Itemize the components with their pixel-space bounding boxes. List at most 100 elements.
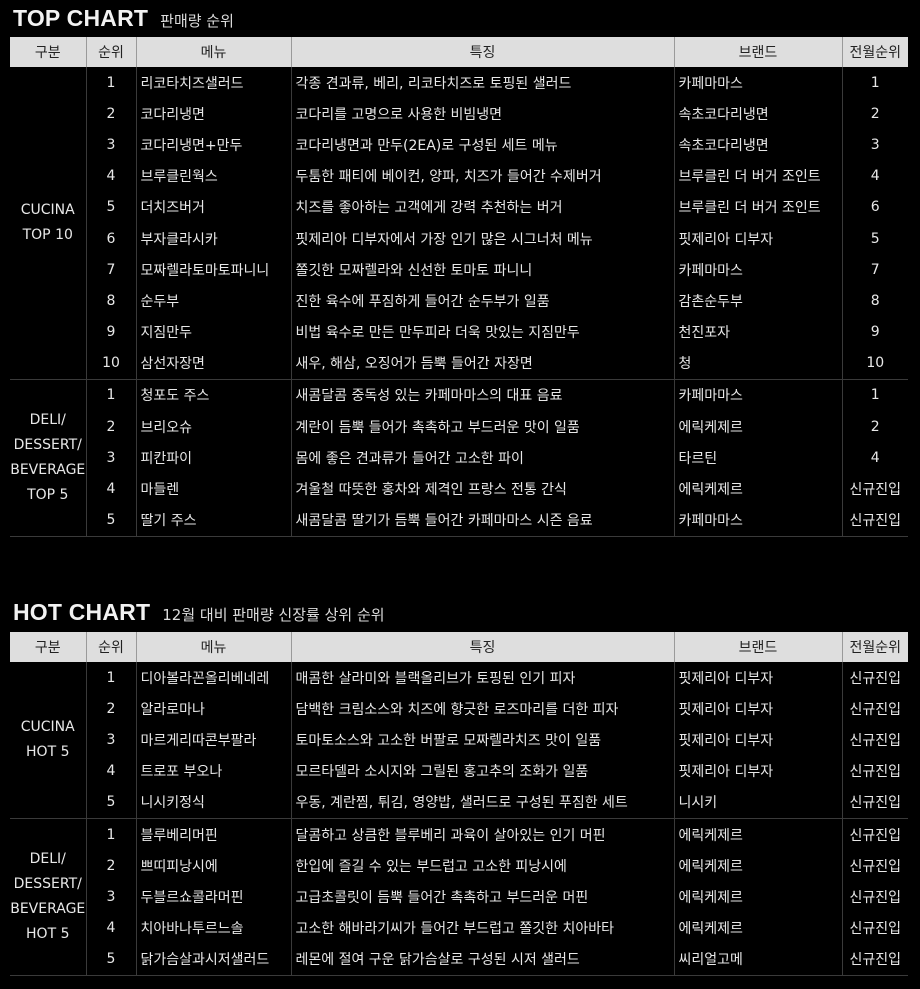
feature-cell: 새우, 해삼, 오징어가 듬뿍 들어간 자장면: [290, 347, 674, 380]
brand-cell: 타르틴: [673, 442, 842, 474]
prev-rank-cell: 2: [841, 98, 908, 130]
menu-cell: 모짜렐라토마토파니니: [135, 254, 291, 286]
header-brand: 브랜드: [673, 632, 842, 662]
rank-cell: 5: [85, 191, 136, 223]
brand-cell: 브루클린 더 버거 조인트: [673, 160, 842, 192]
menu-cell: 디아볼라꼰올리베네레: [135, 662, 291, 694]
hot-chart-subtitle: 12월 대비 판매량 신장률 상위 순위: [162, 606, 385, 624]
rank-cell: 1: [85, 379, 136, 412]
rank-cell: 1: [85, 67, 136, 99]
hot-chart-title: HOT CHART: [13, 599, 151, 625]
header-category: 구분: [10, 37, 86, 67]
brand-cell: 씨리얼고메: [673, 943, 842, 976]
top-chart-table: 구분 순위 메뉴 특징 브랜드 전월순위 CUCINA TOP 10 1 리코타치즈샐…: [10, 37, 908, 537]
group-label: DELI/DESSERT/BEVERAGE HOT 5: [10, 818, 86, 976]
rank-cell: 6: [85, 222, 136, 255]
table-row: 2 쁘띠피낭시에 한입에 즐길 수 있는 부드럽고 고소한 피낭시에 에릭케제르 신규진…: [10, 850, 908, 882]
prev-rank-cell: 신규진입: [841, 724, 908, 756]
feature-cell: 비법 육수로 만든 만두피라 더욱 맛있는 지짐만두: [290, 316, 674, 348]
brand-cell: 카페마마스: [673, 504, 842, 537]
header-feature: 특징: [290, 37, 674, 67]
prev-rank-cell: 신규진입: [841, 943, 908, 976]
hot-chart-table: 구분 순위 메뉴 특징 브랜드 전월순위 CUCINA HOT 5 1 디아볼라꼰올리…: [10, 632, 908, 976]
table-row: 3 코다리냉면+만두 코다리냉면과 만두(2EA)로 구성된 세트 메뉴 속초코다리냉…: [10, 129, 908, 161]
feature-cell: 새콤달콤 중독성 있는 카페마마스의 대표 음료: [290, 379, 674, 412]
brand-cell: 니시키: [673, 786, 842, 819]
table-row: 8 순두부 진한 육수에 푸짐하게 들어간 순두부가 일품 감촌순두부 8: [10, 285, 908, 317]
rank-cell: 5: [85, 786, 136, 819]
prev-rank-cell: 2: [841, 411, 908, 443]
brand-cell: 감촌순두부: [673, 285, 842, 317]
prev-rank-cell: 7: [841, 254, 908, 286]
menu-cell: 더치즈버거: [135, 191, 291, 223]
brand-cell: 핏제리아 디부자: [673, 755, 842, 787]
brand-cell: 카페마마스: [673, 67, 842, 99]
menu-cell: 두블르쇼콜라머핀: [135, 881, 291, 913]
menu-cell: 순두부: [135, 285, 291, 317]
menu-cell: 알라로마나: [135, 693, 291, 725]
header-feature: 특징: [290, 632, 674, 662]
feature-cell: 매콤한 살라미와 블랙올리브가 토핑된 인기 피자: [290, 662, 674, 694]
brand-cell: 핏제리아 디부자: [673, 693, 842, 725]
prev-rank-cell: 5: [841, 222, 908, 255]
header-menu: 메뉴: [135, 37, 291, 67]
rank-cell: 2: [85, 98, 136, 130]
rank-cell: 10: [85, 347, 136, 380]
table-row: 2 알라로마나 담백한 크림소스와 치즈에 향긋한 로즈마리를 더한 피자 핏제리아 …: [10, 693, 908, 725]
brand-cell: 에릭케제르: [673, 912, 842, 944]
rank-cell: 4: [85, 755, 136, 787]
header-brand: 브랜드: [673, 37, 842, 67]
rank-cell: 2: [85, 693, 136, 725]
menu-cell: 리코타치즈샐러드: [135, 67, 291, 99]
feature-cell: 계란이 듬뿍 들어가 촉촉하고 부드러운 맛이 일품: [290, 411, 674, 443]
prev-rank-cell: 10: [841, 347, 908, 380]
feature-cell: 핏제리아 디부자에서 가장 인기 많은 시그너처 메뉴: [290, 222, 674, 255]
header-prev-rank: 전월순위: [841, 37, 908, 67]
header-rank: 순위: [85, 37, 136, 67]
prev-rank-cell: 신규진입: [841, 755, 908, 787]
rank-cell: 1: [85, 662, 136, 694]
menu-cell: 니시키정식: [135, 786, 291, 819]
table-row: 6 부자클라시카 핏제리아 디부자에서 가장 인기 많은 시그너처 메뉴 핏제리아 디…: [10, 222, 908, 255]
menu-cell: 청포도 주스: [135, 379, 291, 412]
rank-cell: 4: [85, 160, 136, 192]
rank-cell: 7: [85, 254, 136, 286]
table-row: 5 딸기 주스 새콤달콤 딸기가 듬뿍 들어간 카페마마스 시즌 음료 카페마마스 신규…: [10, 504, 908, 537]
brand-cell: 에릭케제르: [673, 473, 842, 505]
feature-cell: 겨울철 따뜻한 홍차와 제격인 프랑스 전통 간식: [290, 473, 674, 505]
rank-cell: 3: [85, 881, 136, 913]
feature-cell: 두툼한 패티에 베이컨, 양파, 치즈가 들어간 수제버거: [290, 160, 674, 192]
table-row: CUCINA TOP 10 1 리코타치즈샐러드 각종 견과류, 베리, 리코타치즈로 …: [10, 67, 908, 380]
brand-cell: 속초코다리냉면: [673, 129, 842, 161]
brand-cell: 브루클린 더 버거 조인트: [673, 191, 842, 223]
brand-cell: 카페마마스: [673, 254, 842, 286]
group-label: DELI/DESSERT/BEVERAGE TOP 5: [10, 379, 86, 537]
feature-cell: 담백한 크림소스와 치즈에 향긋한 로즈마리를 더한 피자: [290, 693, 674, 725]
hot-chart-title-block: HOT CHART 12월 대비 판매량 신장률 상위 순위: [13, 599, 385, 626]
feature-cell: 달콤하고 상큼한 블루베리 과육이 살아있는 인기 머핀: [290, 818, 674, 851]
prev-rank-cell: 신규진입: [841, 662, 908, 694]
feature-cell: 모르타델라 소시지와 그릴된 홍고추의 조화가 일품: [290, 755, 674, 787]
table-row: DELI/DESSERT/BEVERAGE TOP 5 1 청포도 주스 새콤달콤 중독…: [10, 379, 908, 537]
table-row: 2 코다리냉면 코다리를 고명으로 사용한 비빔냉면 속초코다리냉면 2: [10, 98, 908, 130]
rank-cell: 8: [85, 285, 136, 317]
menu-cell: 삼선자장면: [135, 347, 291, 380]
group-label: CUCINA HOT 5: [10, 662, 86, 819]
top-chart-title: TOP CHART: [13, 5, 149, 31]
feature-cell: 고소한 해바라기씨가 들어간 부드럽고 쫄깃한 치아바타: [290, 912, 674, 944]
brand-cell: 천진포자: [673, 316, 842, 348]
feature-cell: 몸에 좋은 견과류가 들어간 고소한 파이: [290, 442, 674, 474]
table-row: 4 치아바나투르느솔 고소한 해바라기씨가 들어간 부드럽고 쫄깃한 치아바타 에릭케…: [10, 912, 908, 944]
feature-cell: 쫄깃한 모짜렐라와 신선한 토마토 파니니: [290, 254, 674, 286]
prev-rank-cell: 신규진입: [841, 786, 908, 819]
table-row: 4 트로포 부오나 모르타델라 소시지와 그릴된 홍고추의 조화가 일품 핏제리아 디…: [10, 755, 908, 787]
prev-rank-cell: 신규진입: [841, 693, 908, 725]
prev-rank-cell: 6: [841, 191, 908, 223]
brand-cell: 핏제리아 디부자: [673, 662, 842, 694]
feature-cell: 각종 견과류, 베리, 리코타치즈로 토핑된 샐러드: [290, 67, 674, 99]
table-header-row: 구분 순위 메뉴 특징 브랜드 전월순위: [10, 632, 908, 662]
table-row: 2 브리오슈 계란이 듬뿍 들어가 촉촉하고 부드러운 맛이 일품 에릭케제르 2: [10, 411, 908, 443]
feature-cell: 토마토소스와 고소한 버팔로 모짜렐라치즈 맛이 일품: [290, 724, 674, 756]
table-header-row: 구분 순위 메뉴 특징 브랜드 전월순위: [10, 37, 908, 67]
prev-rank-cell: 4: [841, 160, 908, 192]
